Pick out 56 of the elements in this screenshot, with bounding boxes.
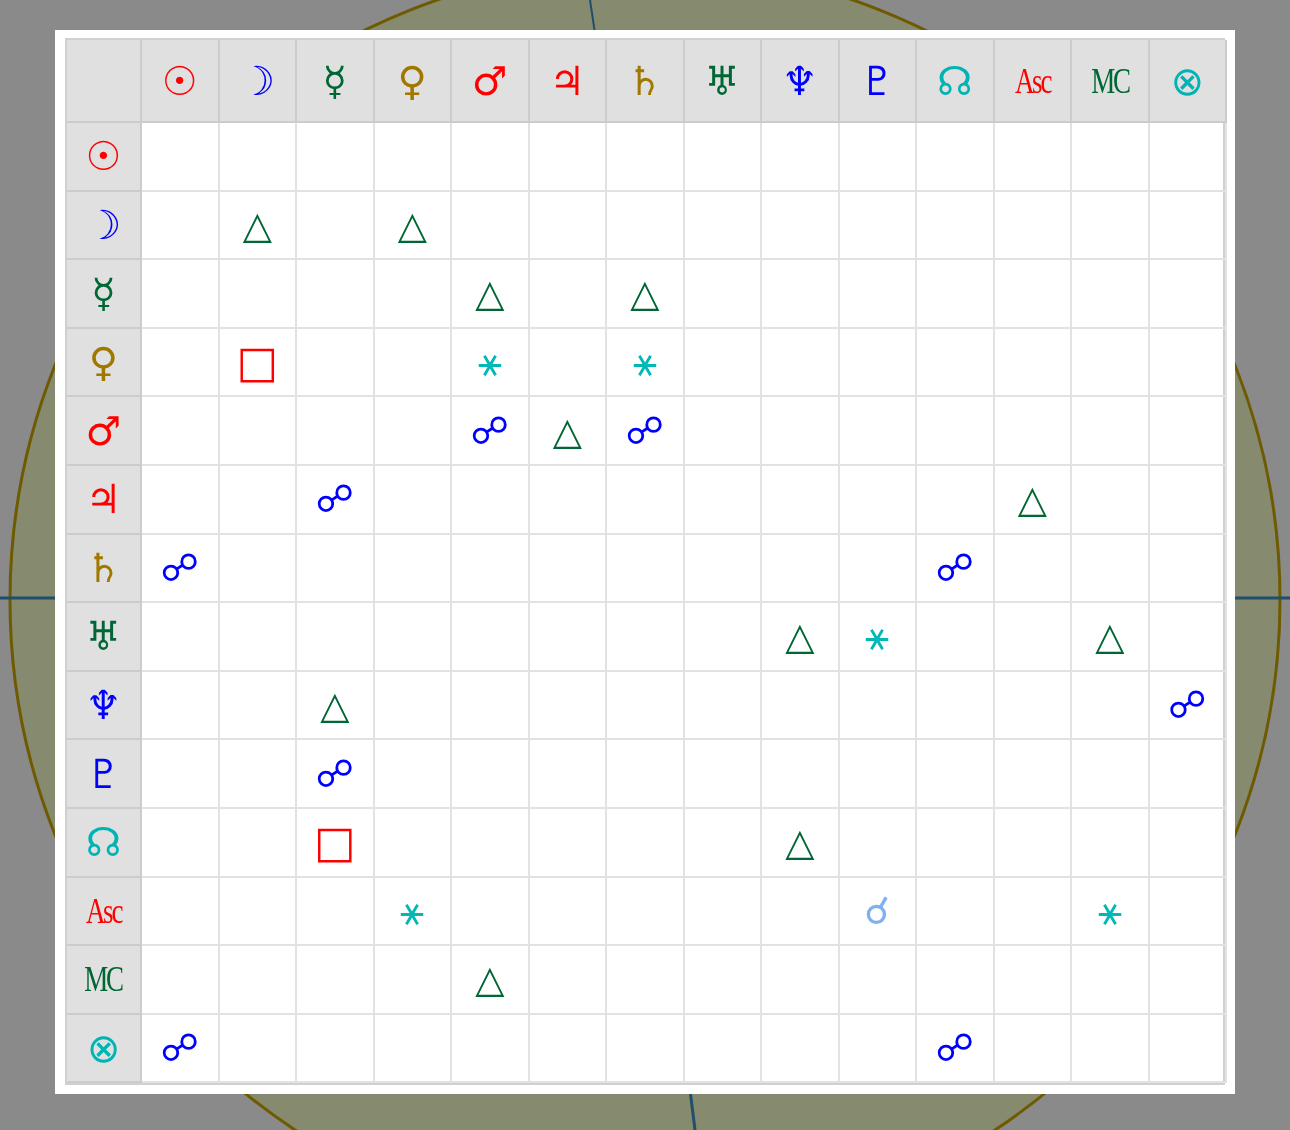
planet-symbol: ☽ [239, 60, 276, 101]
planet-symbol: ♄ [85, 547, 122, 588]
aspect-symbol: △ [475, 274, 505, 313]
aspect-symbol: △ [552, 411, 582, 450]
aspect-symbol: ☍ [470, 411, 509, 450]
aspect-symbol: ☍ [160, 1029, 199, 1067]
planet-symbol: ♅ [704, 60, 741, 101]
aspect-symbol: ☍ [625, 411, 664, 450]
planet-symbol: ♆ [85, 685, 122, 726]
planet-symbol: ♀ [88, 342, 119, 383]
aspect-symbol: △ [1017, 480, 1047, 519]
aspect-symbol: △ [397, 205, 427, 244]
planet-symbol: ☊ [85, 822, 122, 863]
planet-symbol: ♇ [859, 60, 896, 101]
planet-symbol: ♂ [85, 410, 122, 451]
aspect-symbol: ☍ [160, 548, 199, 587]
aspect-symbol: △ [785, 823, 815, 862]
planet-symbol: ♀ [397, 60, 427, 101]
planet-symbol: ♆ [781, 60, 818, 101]
planet-symbol: ♃ [549, 60, 586, 101]
aspect-symbol: ⚹ [632, 342, 657, 383]
planet-symbol: ☿ [322, 60, 348, 101]
planet-symbol: ☊ [937, 60, 973, 101]
aspect-symbol: △ [320, 686, 350, 725]
aspect-symbol: ⚹ [1097, 890, 1122, 931]
aspect-symbol: △ [242, 205, 272, 244]
aspect-symbol: ☍ [935, 548, 974, 587]
planet-symbol: ☉ [161, 60, 198, 101]
aspect-symbol: ☌ [864, 891, 890, 930]
aspect-symbol: ☍ [315, 480, 354, 519]
planet-symbol: Asc [1014, 62, 1050, 99]
planet-symbol: ☿ [91, 273, 116, 314]
aspect-symbol: ☍ [315, 754, 354, 793]
planet-symbol: ⊗ [1170, 60, 1204, 101]
aspect-symbol: ⚹ [865, 616, 890, 657]
planet-symbol: ♇ [85, 753, 122, 794]
aspect-symbol: □ [236, 340, 279, 385]
aspect-symbol: ☍ [935, 1029, 974, 1067]
aspect-symbol: ☍ [1168, 686, 1207, 725]
aspect-symbol: □ [313, 820, 356, 865]
planet-symbol: ⊗ [86, 1028, 121, 1068]
aspect-symbol: △ [1095, 617, 1125, 656]
aspect-symbol: △ [475, 960, 505, 999]
aspect-symbol: △ [785, 617, 815, 656]
planet-symbol: ♂ [471, 60, 508, 101]
planet-symbol: Asc [85, 892, 122, 929]
planet-symbol: ☉ [85, 136, 122, 177]
planet-symbol: MC [1091, 62, 1129, 99]
aspect-symbol: ⚹ [400, 890, 425, 931]
aspect-symbol: ⚹ [477, 342, 502, 383]
planet-symbol: ☽ [85, 204, 122, 245]
planet-symbol: ♅ [85, 616, 122, 657]
planet-symbol: MC [84, 961, 123, 998]
planet-symbol: ♃ [85, 479, 122, 520]
planet-symbol: ♄ [626, 60, 663, 101]
aspect-symbol: △ [630, 274, 660, 313]
